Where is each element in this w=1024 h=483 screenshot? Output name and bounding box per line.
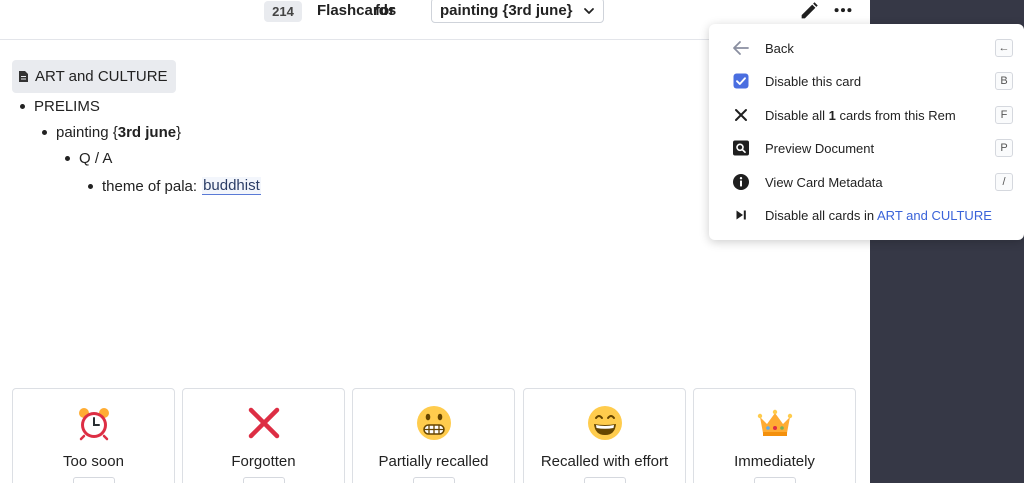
response-label: Immediately xyxy=(734,453,815,470)
menu-item-label: Disable all 1 cards from this Rem xyxy=(765,108,956,123)
menu-item-disable-card[interactable]: Disable this card B xyxy=(709,65,1024,97)
arrow-left-icon xyxy=(731,38,751,58)
menu-item-label: View Card Metadata xyxy=(765,174,883,190)
alarm-clock-icon xyxy=(78,408,109,441)
crown-icon xyxy=(757,409,792,436)
menu-label-pre: Disable all xyxy=(765,107,829,123)
shortcut-key: / xyxy=(995,173,1013,191)
menu-item-view-metadata[interactable]: View Card Metadata / xyxy=(709,166,1024,198)
response-key-hint xyxy=(72,477,115,483)
deck-select[interactable]: painting {3rd june} xyxy=(431,0,604,23)
shortcut-key: B xyxy=(995,72,1013,90)
bullet-dot xyxy=(20,104,25,109)
bullet-dot xyxy=(88,183,93,189)
response-forgotten-button[interactable]: Forgotten xyxy=(182,388,345,483)
tree-item-label: PRELIMS xyxy=(34,98,100,115)
document-link[interactable]: ART and CULTURE xyxy=(877,208,992,223)
cross-mark-icon xyxy=(248,407,279,439)
answer-text[interactable]: buddhist xyxy=(202,177,261,195)
response-key-hint xyxy=(753,477,796,483)
info-icon xyxy=(731,172,751,192)
tree-item-prelims: PRELIMS xyxy=(20,98,100,115)
menu-label-pre: Disable all cards in xyxy=(765,207,877,223)
bullet-dot xyxy=(42,130,47,135)
grimacing-face-icon xyxy=(416,406,451,440)
menu-item-disable-all-rem[interactable]: Disable all 1 cards from this Rem F xyxy=(709,99,1024,131)
response-immediately-button[interactable]: Immediately xyxy=(693,388,856,483)
response-label: Partially recalled xyxy=(378,453,489,470)
tree-item-label-prefix: painting { xyxy=(56,124,118,141)
search-icon xyxy=(731,138,751,158)
bullet-dot xyxy=(65,156,70,161)
document-icon xyxy=(19,71,28,82)
skip-next-icon xyxy=(731,205,751,225)
menu-label-post: cards from this Rem xyxy=(835,107,956,123)
tree-item-label-bold: 3rd june xyxy=(117,124,177,141)
tree-item-question: theme of pala: buddhist xyxy=(88,177,261,195)
tree-item-painting: painting {3rd june} xyxy=(42,124,181,141)
response-recalled-with-effort-button[interactable]: Recalled with effort xyxy=(523,388,686,483)
response-key-hint xyxy=(412,477,455,483)
response-too-soon-button[interactable]: Too soon xyxy=(12,388,175,483)
menu-item-label: Preview Document xyxy=(765,140,875,156)
menu-label-bold: 1 xyxy=(828,107,836,123)
response-label: Too soon xyxy=(63,453,124,470)
shortcut-key: ← xyxy=(995,39,1013,57)
close-icon xyxy=(731,105,751,125)
menu-item-disable-all-doc[interactable]: Disable all cards in ART and CULTURE xyxy=(709,199,1024,231)
tree-item-qa: Q / A xyxy=(65,150,112,167)
response-partially-recalled-button[interactable]: Partially recalled xyxy=(352,388,515,483)
flashcards-for-label: for xyxy=(375,2,395,19)
shortcut-key: F xyxy=(995,106,1013,124)
menu-item-label: Disable this card xyxy=(765,73,862,89)
document-tag[interactable]: ART and CULTURE xyxy=(12,60,176,93)
checkbox-checked-icon xyxy=(731,71,751,91)
more-options-icon[interactable] xyxy=(832,0,854,22)
grinning-face-icon xyxy=(587,406,622,440)
tree-item-label-suffix: } xyxy=(176,124,182,141)
menu-item-back[interactable]: Back ← xyxy=(709,32,1024,64)
deck-select-value: painting {3rd june} xyxy=(440,1,573,19)
card-count-badge: 214 xyxy=(264,1,302,22)
menu-item-label: Disable all cards in ART and CULTURE xyxy=(765,208,992,223)
shortcut-key: P xyxy=(995,139,1013,157)
response-label: Recalled with effort xyxy=(540,453,669,470)
pencil-icon[interactable] xyxy=(798,0,820,22)
response-key-hint xyxy=(242,477,285,483)
chevron-down-icon xyxy=(584,7,594,14)
response-key-hint xyxy=(583,477,626,483)
menu-item-preview-document[interactable]: Preview Document P xyxy=(709,132,1024,164)
question-text: theme of pala: xyxy=(102,177,198,195)
tree-item-label: Q / A xyxy=(79,150,113,167)
menu-item-label: Back xyxy=(765,40,794,56)
response-label: Forgotten xyxy=(231,453,296,470)
card-options-menu: Back ← Disable this card B Disable all 1… xyxy=(709,24,1024,240)
document-title: ART and CULTURE xyxy=(35,68,168,85)
